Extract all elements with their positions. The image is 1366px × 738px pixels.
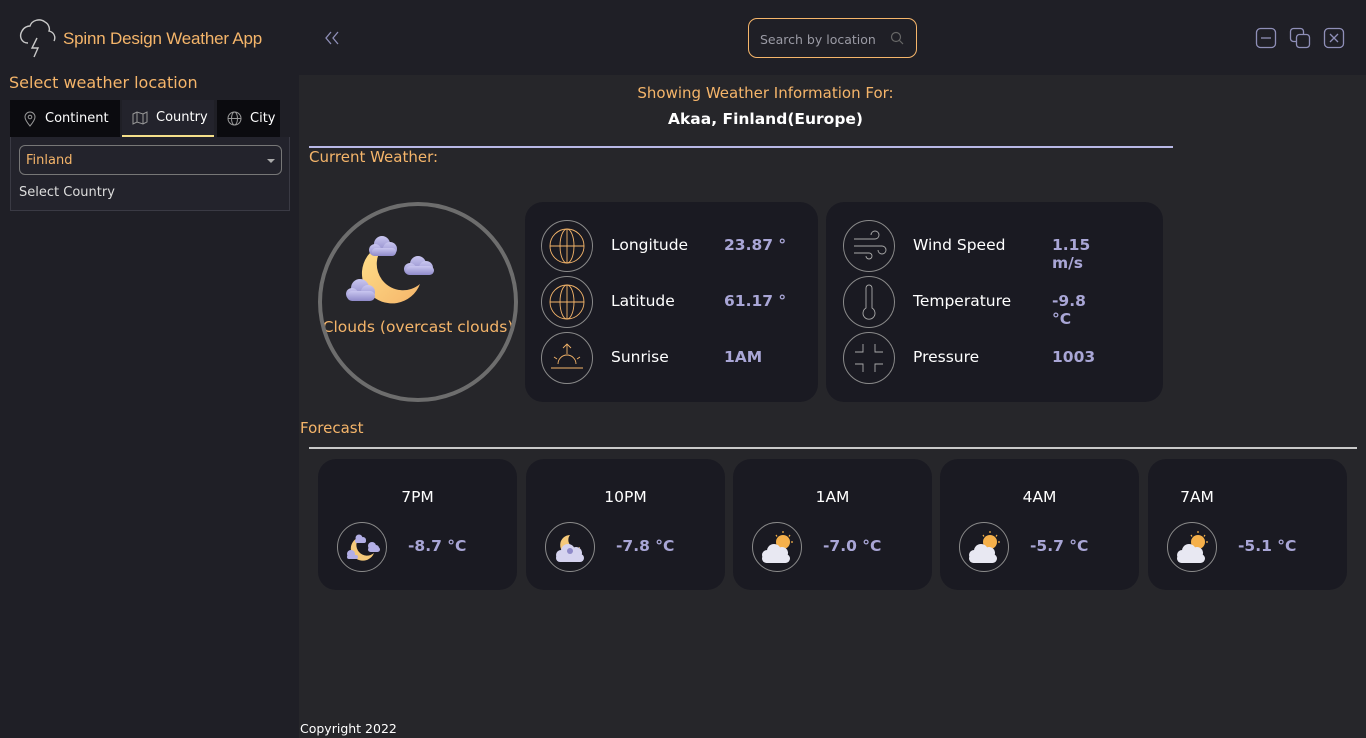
pressure-value: 1003 [1052,348,1096,366]
wind-speed-value: 1.15 m/s [1052,236,1091,272]
search-input[interactable] [760,29,885,49]
longitude-label: Longitude [611,236,689,254]
temperature-label: Temperature [913,292,1012,310]
pressure-label: Pressure [913,348,980,366]
restore-button[interactable] [1289,27,1311,49]
forecast-card: 4AM -5.7 °C [940,459,1139,590]
wind-speed-row: Wind Speed 1.15 m/s [843,220,1103,272]
tab-continent[interactable]: Continent [10,100,120,137]
forecast-temp: -7.8 °C [616,537,675,555]
divider [309,447,1357,449]
latitude-row: Latitude 61.17 ° [541,276,801,328]
tab-country[interactable]: Country [122,100,214,137]
weather-description: Clouds (overcast clouds) [322,318,514,336]
collapse-sidebar-button[interactable] [322,28,342,48]
forecast-time: 7AM [1180,488,1214,506]
search-box[interactable] [748,18,917,58]
tab-continent-label: Continent [45,111,109,126]
temperature-row: Temperature -9.8 °C [843,276,1103,328]
sun-cloud-icon [752,522,802,572]
country-select[interactable]: Finland [19,145,282,175]
thermometer-icon [843,276,895,328]
forecast-card: 1AM -7.0 °C [733,459,932,590]
forecast-temp: -7.0 °C [823,537,882,555]
showing-label: Showing Weather Information For: [637,84,894,102]
pressure-icon [843,332,895,384]
country-select-value: Finland [26,153,73,168]
main-panel [299,75,1366,738]
forecast-time: 10PM [604,488,647,506]
forecast-label: Forecast [300,419,364,437]
pressure-row: Pressure 1003 [843,332,1103,384]
chevron-down-icon[interactable] [267,159,275,163]
forecast-temp: -5.7 °C [1030,537,1089,555]
forecast-time: 1AM [815,488,850,506]
globe-icon [541,220,593,272]
current-weather-label: Current Weather: [309,148,439,166]
wind-speed-label: Wind Speed [913,236,1006,254]
sun-cloud-icon [959,522,1009,572]
cloud-moon-icon [545,522,595,572]
moon-clouds-icon [346,236,434,304]
select-country-label: Select Country [19,185,115,200]
longitude-value: 23.87 ° [724,236,787,254]
forecast-card: 7AM -5.1 °C [1148,459,1347,590]
search-icon[interactable] [889,30,905,46]
title-bar: Spinn Design Weather App [0,0,1366,75]
map-icon [132,110,148,125]
sun-cloud-icon [1167,522,1217,572]
forecast-card: 7PM -8.7 °C [318,459,517,590]
sunrise-value: 1AM [724,348,763,366]
temperature-value: -9.8 °C [1052,292,1086,328]
app-title: Spinn Design Weather App [63,29,263,48]
sunrise-icon [541,332,593,384]
conditions-card: Wind Speed 1.15 m/s Temperature -9.8 °C … [826,202,1163,402]
location-tabs: Continent Country City [10,100,290,138]
cloud-lightning-icon [19,19,56,58]
forecast-card: 10PM -7.8 °C [526,459,725,590]
forecast-temp: -8.7 °C [408,537,467,555]
tab-city-label: City [250,111,276,126]
forecast-time: 4AM [1022,488,1057,506]
close-button[interactable] [1323,27,1345,49]
latitude-label: Latitude [611,292,675,310]
map-pin-icon [24,111,36,127]
sidebar-title: Select weather location [9,73,198,92]
sunrise-label: Sunrise [611,348,669,366]
globe-icon [227,111,242,126]
latitude-value: 61.17 ° [724,292,787,310]
wind-icon [843,220,895,272]
weather-summary: Clouds (overcast clouds) [318,202,518,402]
forecast-temp: -5.1 °C [1238,537,1297,555]
divider [309,146,1173,148]
tab-city[interactable]: City [217,100,280,137]
location-name: Akaa, Finland(Europe) [667,110,864,128]
moon-clouds-icon [337,522,387,572]
minimize-button[interactable] [1255,27,1277,49]
location-details-card: Longitude 23.87 ° Latitude 61.17 ° Sunri… [525,202,818,402]
sunrise-row: Sunrise 1AM [541,332,801,384]
longitude-row: Longitude 23.87 ° [541,220,801,272]
country-panel: Finland Select Country [10,137,290,211]
globe-icon [541,276,593,328]
forecast-time: 7PM [401,488,434,506]
tab-country-label: Country [156,110,208,125]
copyright: Copyright 2022 [300,721,397,736]
